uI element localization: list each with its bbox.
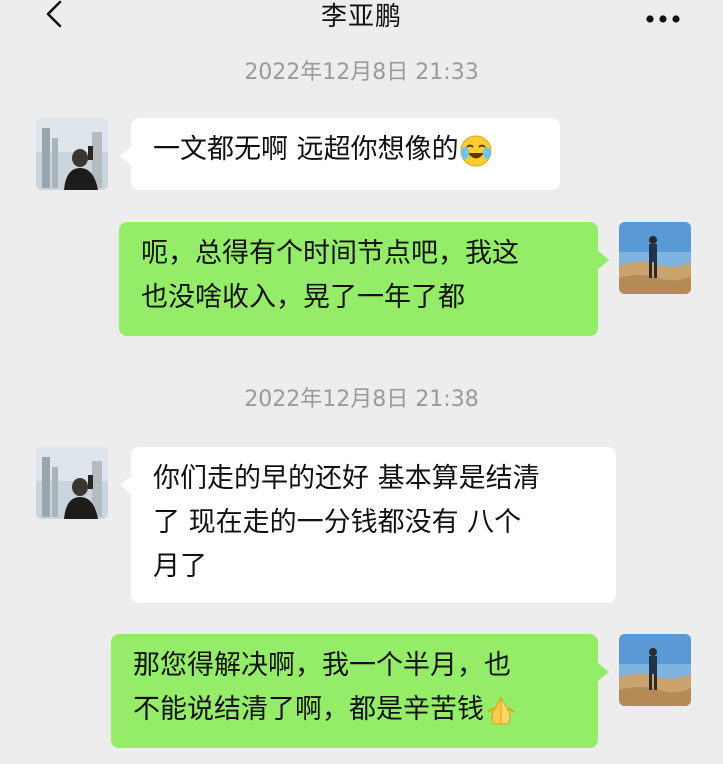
- self-avatar[interactable]: [619, 634, 691, 706]
- chat-title: 李亚鹏: [320, 2, 402, 32]
- message-bubble[interactable]: 那您得解决啊，我一个半月，也 不能说结清了啊，都是辛苦钱: [111, 634, 598, 748]
- message-line: 月了: [153, 551, 207, 582]
- bubble-tail: [597, 662, 609, 682]
- message-line: 也没啥收入，晃了一年了都: [141, 282, 465, 313]
- message-line: 你们走的早的还好 基本算是结清: [153, 463, 540, 494]
- message-line: 呃，总得有个时间节点吧，我这: [141, 238, 519, 269]
- message-line: 不能说结清了啊，都是辛苦钱: [133, 694, 484, 725]
- timestamp: 2022年12月8日 21:38: [244, 387, 479, 412]
- timestamp: 2022年12月8日 21:33: [244, 60, 479, 85]
- message-line: 那您得解决啊，我一个半月，也: [133, 650, 511, 681]
- message-text: 一文都无啊 远超你想像的: [153, 134, 459, 165]
- message-bubble[interactable]: 你们走的早的还好 基本算是结清 了 现在走的一分钱都没有 八个 月了: [131, 447, 616, 603]
- message-bubble[interactable]: 一文都无啊 远超你想像的: [131, 118, 560, 190]
- more-icon[interactable]: [645, 14, 681, 24]
- contact-avatar[interactable]: [36, 447, 108, 519]
- bubble-tail: [597, 250, 609, 270]
- laughing-crying-emoji-icon: [460, 135, 492, 166]
- self-avatar[interactable]: [619, 222, 691, 294]
- message-bubble[interactable]: 呃，总得有个时间节点吧，我这 也没啥收入，晃了一年了都: [119, 222, 598, 336]
- chat-header: 李亚鹏: [0, 0, 723, 44]
- message-line: 了 现在走的一分钱都没有 八个: [153, 507, 522, 538]
- contact-avatar[interactable]: [36, 118, 108, 190]
- praying-hands-emoji-icon: [487, 695, 515, 724]
